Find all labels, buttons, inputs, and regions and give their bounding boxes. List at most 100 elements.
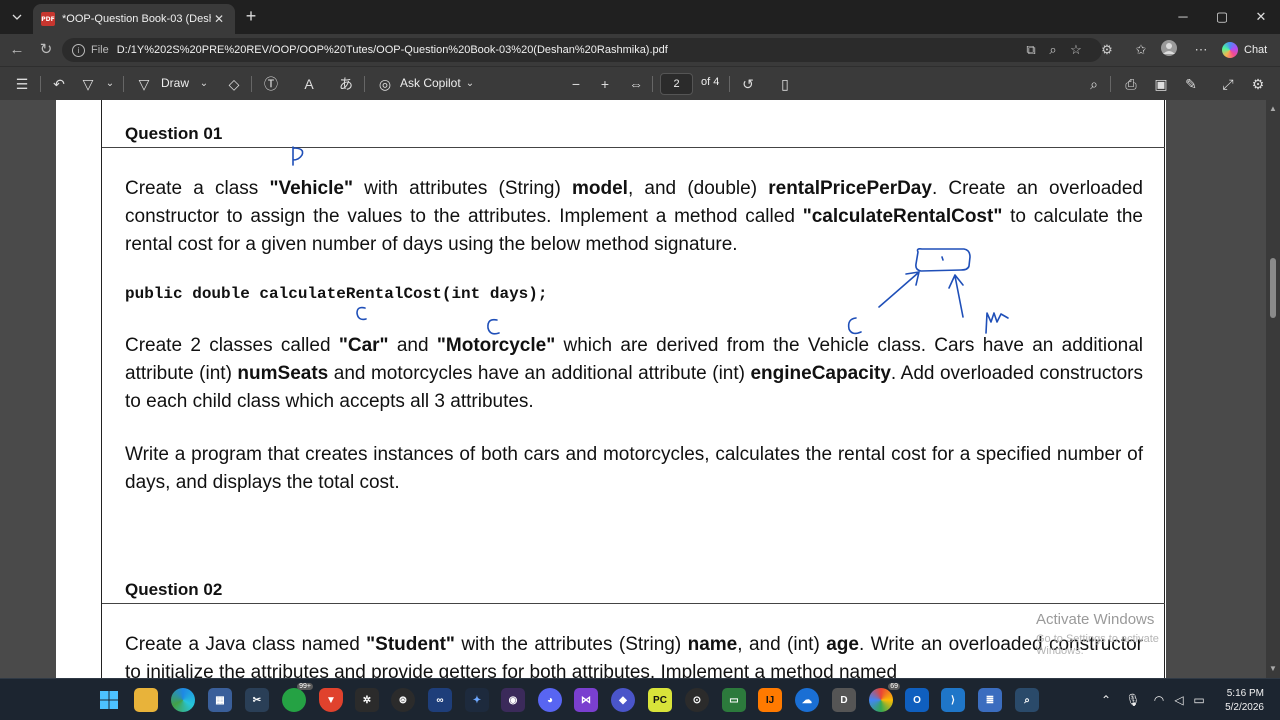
toolbar-divider (729, 76, 730, 92)
zoom-icon[interactable]: ⌕ (1042, 39, 1064, 61)
toolbar-divider (652, 76, 653, 92)
capcut-app-icon[interactable]: ✲ (355, 688, 379, 712)
paragraph: Write a program that creates instances o… (125, 444, 1143, 493)
notepad-app-icon[interactable]: ≣ (978, 688, 1002, 712)
vscode-app-icon[interactable]: ⟩ (941, 688, 965, 712)
settings-gear-icon[interactable]: ⚙ (1248, 74, 1268, 94)
start-button[interactable] (97, 688, 121, 712)
url-text[interactable]: D:/1Y%202S%20PRE%20REV/OOP/OOP%20Tutes/O… (117, 44, 668, 56)
highlight-icon[interactable]: ▽ (78, 74, 98, 94)
activate-windows-hint: Go to Settings to activate Windows. (1036, 633, 1159, 657)
browser-tab-active[interactable]: PDF *OOP-Question Book-03 (Deshan ✕ (33, 4, 235, 34)
battery-icon[interactable]: ▭ (1191, 692, 1207, 708)
bold-term: "Motorcycle" (436, 335, 556, 356)
chrome-app-icon[interactable]: 69 (869, 683, 900, 712)
zoom-in-icon[interactable]: + (595, 74, 615, 94)
scroll-up-icon[interactable]: ▲ (1268, 104, 1278, 114)
translate-icon[interactable]: あ (336, 74, 356, 94)
paragraph: Create a Java class named "Student" with… (125, 631, 1143, 678)
highlight-dropdown-icon[interactable]: ⌄ (100, 74, 120, 94)
page-number-input[interactable]: 2 (660, 73, 693, 95)
rotate-icon[interactable]: ↺ (738, 74, 758, 94)
search-icon[interactable]: ⌕ (1084, 74, 1104, 94)
address-bar[interactable]: i File D:/1Y%202S%20PRE%20REV/OOP/OOP%20… (62, 38, 1102, 62)
microphone-icon[interactable]: 🎙 (1125, 692, 1141, 708)
zoom-out-icon[interactable]: − (566, 74, 586, 94)
fullscreen-icon[interactable]: ⤢ (1218, 74, 1238, 94)
info-icon[interactable]: i (72, 43, 85, 57)
game-app-icon[interactable]: ◉ (501, 688, 525, 712)
app-d-icon[interactable]: D (832, 688, 856, 712)
bold-term: name (687, 634, 738, 655)
tab-close-icon[interactable]: ✕ (211, 12, 227, 26)
outlook-app-icon[interactable]: O (905, 688, 929, 712)
save-icon[interactable]: ▣ (1151, 74, 1171, 94)
text-run: , and (double) (627, 178, 769, 199)
gemini-app-icon[interactable]: ✦ (465, 688, 489, 712)
bold-term: age (826, 634, 859, 655)
undo-icon[interactable]: ↶ (49, 74, 69, 94)
profile-avatar[interactable] (1158, 39, 1180, 61)
maximize-button[interactable]: ▢ (1210, 6, 1234, 28)
github-app-icon[interactable]: ⊙ (685, 688, 709, 712)
paragraph: Create 2 classes called "Car" and "Motor… (125, 332, 1143, 416)
add-text-icon[interactable]: Ⓣ (261, 74, 281, 94)
draw-icon[interactable]: ▽ (134, 74, 154, 94)
search-app-icon[interactable]: ⌕ (1015, 688, 1039, 712)
scroll-down-icon[interactable]: ▼ (1268, 664, 1278, 674)
heading-rule (102, 147, 1165, 148)
chevron-down-icon (12, 14, 22, 20)
pycharm-app-icon[interactable]: PC (648, 688, 672, 712)
more-options-icon[interactable]: ⋯ (1190, 39, 1212, 61)
show-hidden-icons-chevron-up-icon[interactable]: ⌃ (1098, 692, 1114, 708)
system-clock[interactable]: 5:16 PM 5/2/2026 (1212, 687, 1264, 715)
file-explorer-app-icon[interactable] (134, 688, 158, 712)
page-view-icon[interactable]: ▯ (775, 74, 795, 94)
vpn-app-icon[interactable]: ∞ (428, 688, 452, 712)
discord-app-icon[interactable]: ◕ (538, 688, 562, 712)
read-aloud-icon[interactable]: A (299, 74, 319, 94)
wifi-icon[interactable]: ◠ (1151, 692, 1167, 708)
favorites-icon[interactable]: ✩ (1130, 39, 1152, 61)
back-button[interactable]: ← (6, 39, 28, 61)
draw-dropdown-icon[interactable]: ⌄ (194, 74, 214, 94)
contents-menu-icon[interactable]: ☰ (12, 74, 32, 94)
question-heading: Question 01 (125, 124, 223, 143)
extensions-icon[interactable]: ⚙ (1096, 39, 1118, 61)
save-as-icon[interactable]: ✎ (1181, 74, 1201, 94)
copilot-dropdown-icon[interactable]: ⌄ (460, 74, 480, 94)
ask-copilot-label[interactable]: Ask Copilot (400, 76, 461, 90)
android-studio-app-icon[interactable]: ▭ (722, 688, 746, 712)
visual-studio-app-icon[interactable]: ⋈ (574, 688, 598, 712)
clock-time: 5:16 PM (1226, 688, 1264, 699)
scrollbar-thumb[interactable] (1270, 258, 1276, 318)
messenger-app-icon[interactable]: ◆ (611, 688, 635, 712)
text-run: and (388, 335, 437, 356)
eraser-icon[interactable]: ◇ (224, 74, 244, 94)
intellij-app-icon[interactable]: IJ (758, 688, 782, 712)
snipping-tool-app-icon[interactable]: ✂ (245, 688, 269, 712)
pdf-toolbar: ☰ ↶ ▽ ⌄ ▽ Draw ⌄ ◇ Ⓣ A あ ◎ Ask Copilot ⌄… (0, 66, 1280, 100)
copilot-chat-button[interactable]: Chat (1222, 40, 1267, 60)
new-tab-button[interactable]: + (242, 7, 260, 25)
favorite-star-icon[interactable]: ☆ (1065, 39, 1087, 61)
whatsapp-app-icon[interactable]: 99+ (282, 683, 313, 712)
volume-icon[interactable]: ◁ (1171, 692, 1187, 708)
print-icon[interactable]: ⎙ (1121, 74, 1141, 94)
pdf-viewer[interactable]: Question 01 Create a class "Vehicle" wit… (0, 100, 1280, 678)
draw-label[interactable]: Draw (161, 76, 189, 90)
copilot-icon[interactable]: ◎ (375, 74, 395, 94)
vertical-scrollbar[interactable]: ▲ ▼ (1266, 100, 1280, 678)
chatgpt-app-icon[interactable]: ⊛ (391, 688, 415, 712)
bold-term: "Car" (338, 335, 389, 356)
reload-button[interactable]: ↻ (35, 39, 57, 61)
fit-to-width-icon[interactable]: ⇔ (626, 74, 646, 94)
store-app-icon[interactable]: ▦ (208, 688, 232, 712)
tab-actions-menu[interactable] (6, 6, 28, 28)
close-window-button[interactable]: ✕ (1249, 6, 1273, 28)
minimize-button[interactable]: ─ (1171, 6, 1195, 28)
edge-browser-app-icon[interactable] (171, 688, 195, 712)
onedrive-app-icon[interactable]: ☁ (795, 688, 819, 712)
read-aloud-icon[interactable]: ⧉ (1020, 39, 1042, 61)
brave-browser-app-icon[interactable]: ▼ (319, 688, 343, 712)
